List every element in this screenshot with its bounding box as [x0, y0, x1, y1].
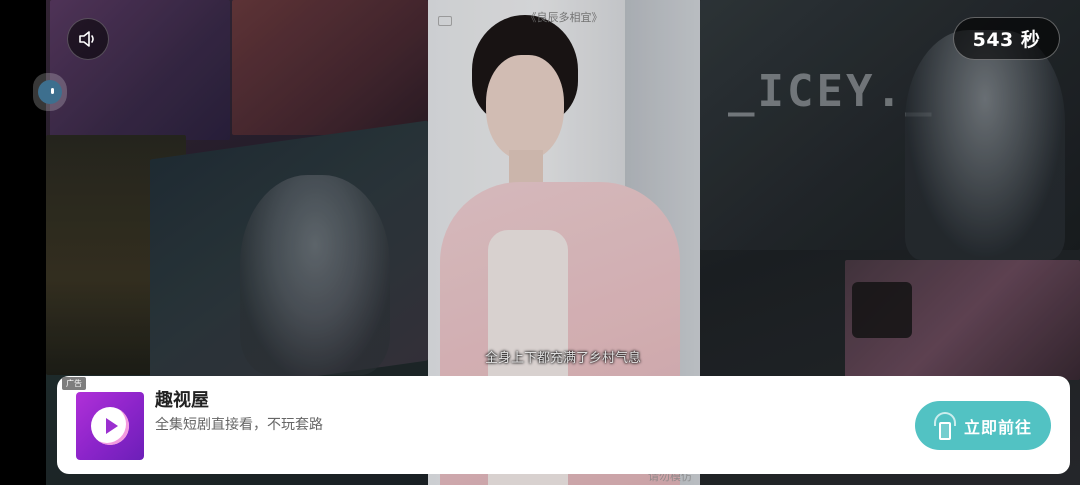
left-edge — [0, 0, 46, 485]
assistant-avatar-icon — [38, 80, 62, 104]
ad-description: 全集短剧直接看，不玩套路 — [155, 417, 323, 433]
floating-assistant-icon[interactable] — [33, 73, 67, 111]
game-stamp-logo — [852, 282, 912, 338]
video-title: 《良辰多相宜》 — [525, 11, 603, 24]
go-now-label: 立即前往 — [963, 417, 1032, 437]
countdown-timer: 543 秒 — [953, 17, 1060, 60]
video-actress-face — [486, 55, 564, 160]
icey-character-art — [905, 30, 1065, 260]
video-subtitle: 全身上下都充满了乡村气息 — [484, 351, 641, 366]
game-poster-character — [232, 0, 428, 135]
ad-tag: 广告 — [62, 377, 86, 390]
phone-tap-icon — [933, 411, 956, 440]
play-logo-icon — [91, 407, 129, 445]
sound-toggle-button[interactable] — [67, 18, 109, 60]
play-triangle-icon — [105, 418, 118, 434]
ad-app-name: 趣视屋 — [155, 390, 209, 411]
speaker-icon — [79, 31, 94, 47]
app-logo[interactable] — [76, 392, 144, 460]
icey-poster-text: _ICEY._ — [728, 66, 935, 117]
anime-girl-art — [240, 175, 390, 375]
go-now-button[interactable]: 立即前往 — [915, 401, 1051, 450]
